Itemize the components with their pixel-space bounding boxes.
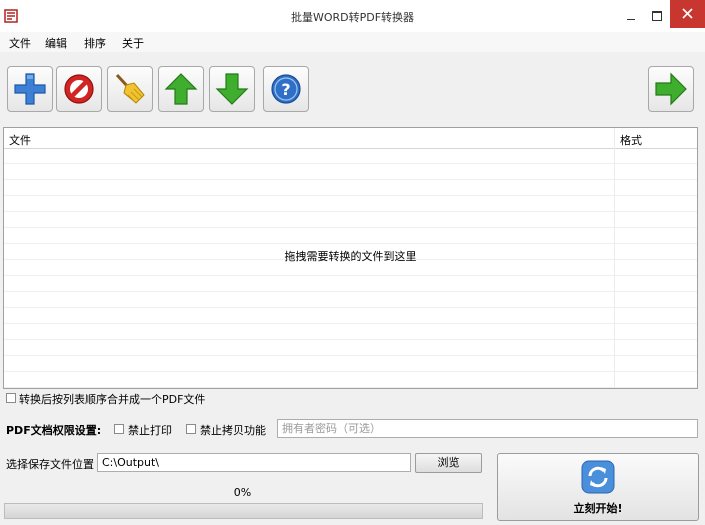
- owner-password-input[interactable]: [277, 419, 698, 438]
- clear-list-button[interactable]: [107, 66, 153, 112]
- move-up-icon: [164, 73, 198, 105]
- title-bar: 批量WORD转PDF转换器: [0, 0, 705, 32]
- refresh-convert-icon: [581, 460, 615, 494]
- no-print-checkbox[interactable]: [114, 424, 124, 434]
- no-copy-label: 禁止拷贝功能: [200, 424, 266, 437]
- column-header-format[interactable]: 格式: [620, 132, 642, 148]
- output-path-input[interactable]: [97, 453, 411, 472]
- add-icon: [14, 73, 46, 105]
- clear-broom-icon: [115, 73, 145, 104]
- menu-file[interactable]: 文件: [9, 35, 31, 51]
- progress-bar: [4, 503, 483, 519]
- minimize-button[interactable]: [618, 0, 644, 30]
- move-down-icon: [215, 73, 249, 105]
- svg-text:?: ?: [281, 80, 290, 99]
- maximize-button[interactable]: [644, 0, 670, 30]
- next-step-button[interactable]: [648, 66, 694, 112]
- window-title: 批量WORD转PDF转换器: [290, 11, 415, 24]
- start-button[interactable]: 立刻开始!: [497, 453, 699, 521]
- no-copy-checkbox[interactable]: [186, 424, 196, 434]
- drop-hint: 拖拽需要转换的文件到这里: [284, 250, 417, 263]
- menu-edit[interactable]: 编辑: [45, 35, 67, 51]
- next-arrow-icon: [655, 72, 687, 106]
- no-print-label: 禁止打印: [128, 424, 172, 437]
- close-button[interactable]: [670, 0, 705, 28]
- menu-sort[interactable]: 排序: [84, 35, 106, 51]
- file-list[interactable]: 文件 格式 拖拽需要转换的文件到这里: [3, 127, 698, 389]
- close-icon: [682, 8, 693, 19]
- column-header-file[interactable]: 文件: [9, 132, 31, 148]
- help-icon: ?: [271, 74, 301, 104]
- merge-label: 转换后按列表顺序合并成一个PDF文件: [19, 393, 206, 406]
- move-up-button[interactable]: [158, 66, 204, 112]
- list-header: 文件 格式: [4, 128, 697, 149]
- output-location-label: 选择保存文件位置: [6, 458, 94, 471]
- start-label: 立刻开始!: [573, 502, 623, 515]
- add-files-button[interactable]: [7, 66, 53, 112]
- permissions-label: PDF文档权限设置:: [6, 424, 102, 437]
- remove-icon: [64, 74, 94, 104]
- menu-bar: 文件 编辑 排序 关于: [0, 32, 705, 52]
- list-rows: [4, 148, 697, 388]
- move-down-button[interactable]: [209, 66, 255, 112]
- remove-file-button[interactable]: [56, 66, 102, 112]
- progress-percent: 0%: [233, 486, 252, 499]
- merge-checkbox[interactable]: [6, 393, 16, 403]
- menu-about[interactable]: 关于: [122, 35, 144, 51]
- help-button[interactable]: ?: [263, 66, 309, 112]
- browse-button[interactable]: 浏览: [415, 453, 482, 473]
